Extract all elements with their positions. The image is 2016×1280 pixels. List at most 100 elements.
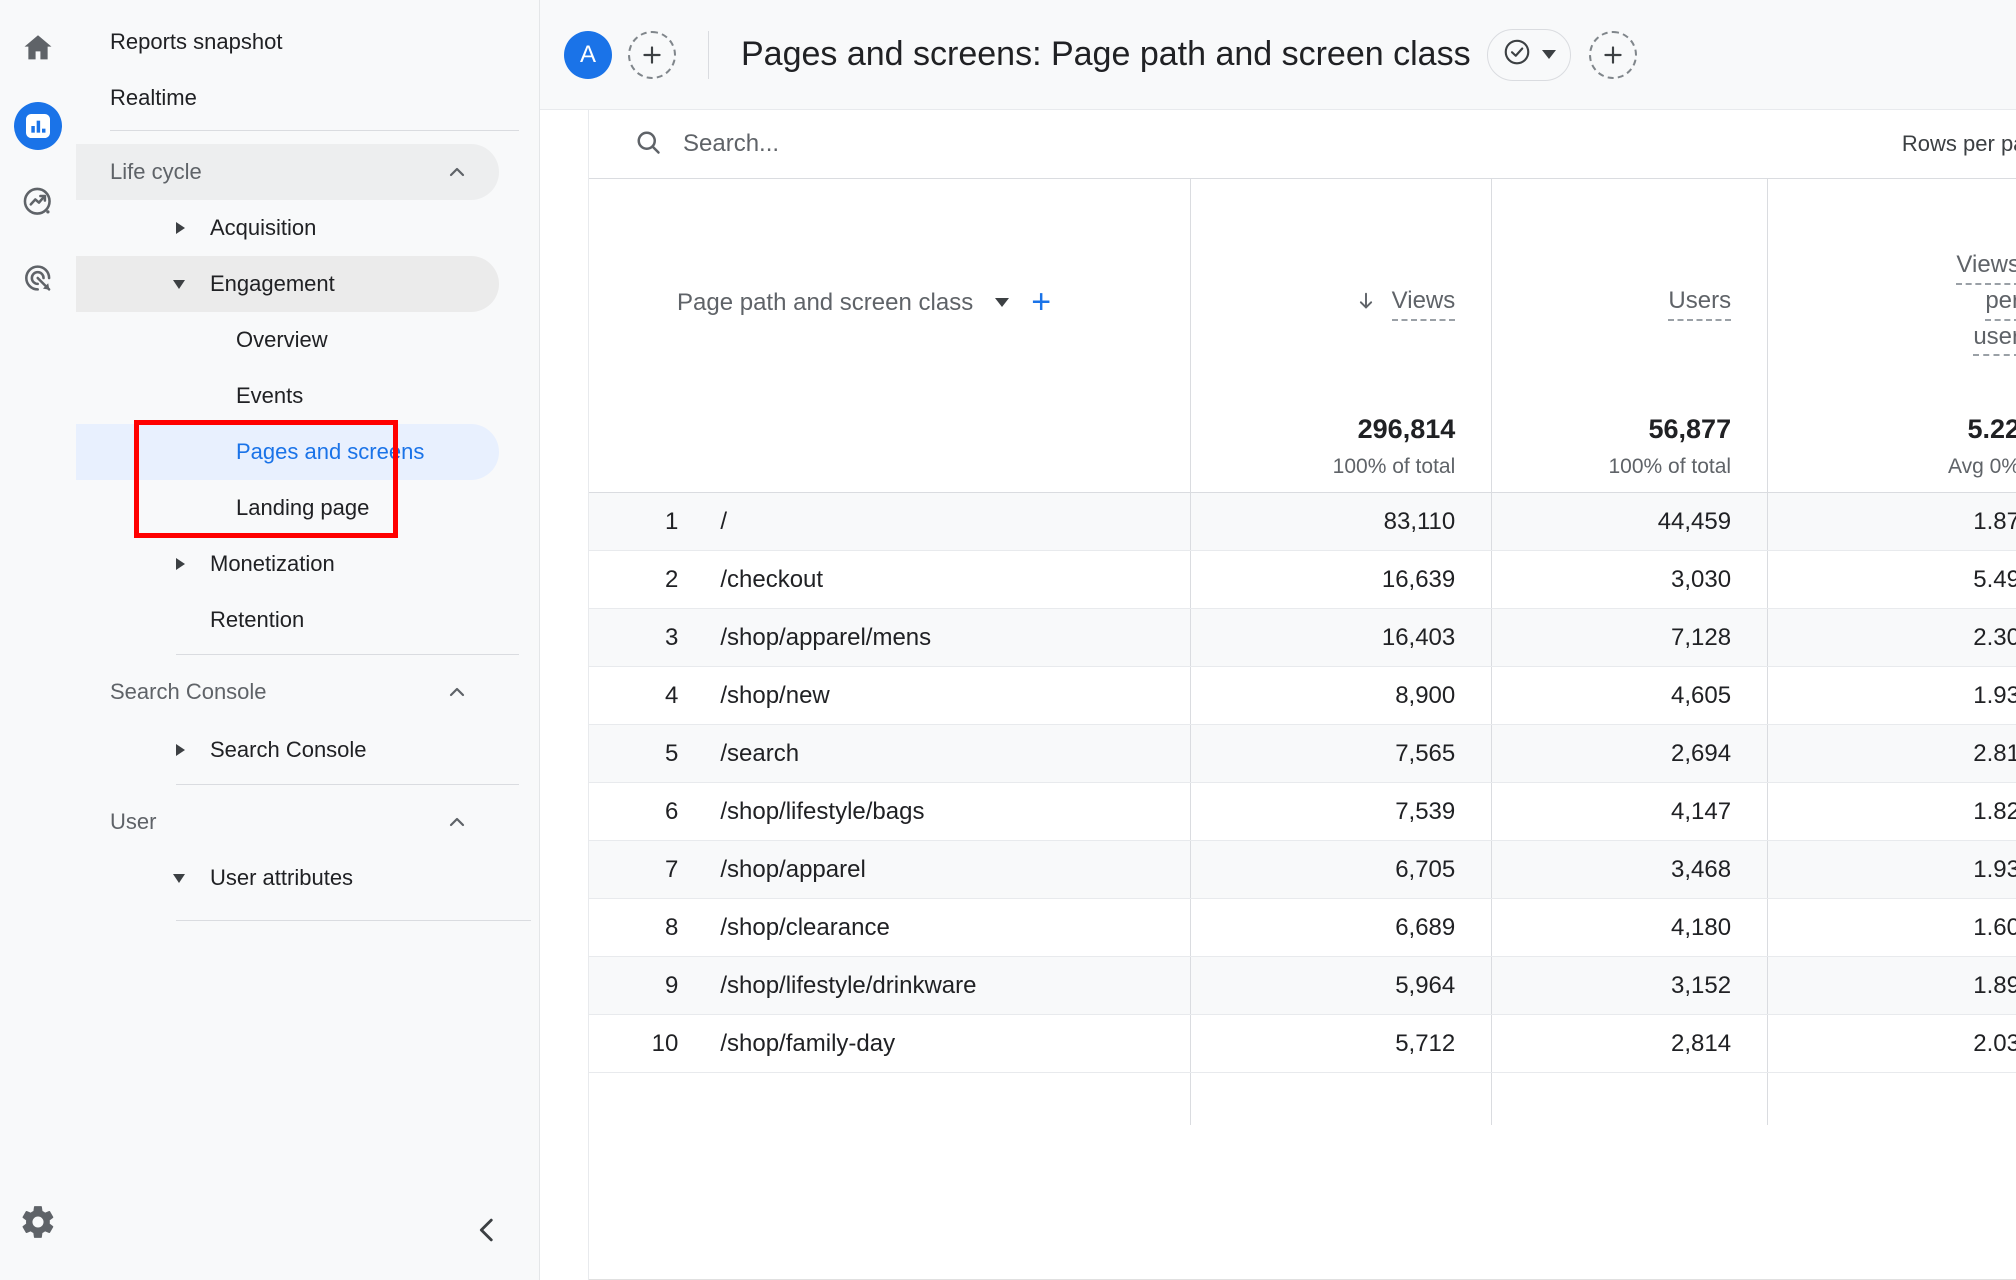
rows-per-page-label[interactable]: Rows per page: [1902, 131, 2016, 157]
summary-empty-cell [589, 401, 1191, 493]
sidebar-item-user-attributes[interactable]: User attributes [76, 850, 499, 906]
settings-gear-icon[interactable] [14, 1198, 62, 1246]
metric-label: Views [1392, 285, 1456, 321]
chevron-right-icon [176, 744, 185, 756]
table-row[interactable]: 9 /shop/lifestyle/drinkware 5,964 3,152 … [589, 957, 2016, 1015]
nav-scroll-area: Reports snapshot Realtime Life cycle Acq… [76, 0, 539, 1280]
sidebar-group-user[interactable]: User [76, 794, 499, 850]
sidebar-group-life-cycle[interactable]: Life cycle [76, 144, 499, 200]
sidebar-item-realtime[interactable]: Realtime [76, 70, 499, 126]
dimension-header-label[interactable]: Page path and screen class [677, 289, 973, 317]
row-views-per-user: 1.82 [1768, 783, 2016, 841]
nav-divider [176, 920, 531, 921]
row-rank: 8 [589, 899, 704, 957]
summary-views: 296,814 100% of total [1191, 401, 1492, 493]
add-comparison-button[interactable] [1589, 31, 1637, 79]
add-account-button[interactable] [628, 31, 676, 79]
table-row[interactable]: 6 /shop/lifestyle/bags 7,539 4,147 1.82 [589, 783, 2016, 841]
row-page-path[interactable]: /shop/apparel/mens [704, 609, 1190, 667]
search-icon [633, 127, 663, 162]
row-page-path[interactable]: /shop/lifestyle/bags [704, 783, 1190, 841]
summary-users: 56,877 100% of total [1492, 401, 1768, 493]
row-views-per-user: 2.03 [1768, 1015, 2016, 1073]
comparison-chip[interactable] [1487, 29, 1571, 81]
sidebar-item-label: Pages and screens [236, 441, 424, 463]
reports-nav-panel: Reports snapshot Realtime Life cycle Acq… [76, 0, 540, 1280]
row-views-per-user: 1.60 [1768, 899, 2016, 957]
table-row[interactable]: 2 /checkout 16,639 3,030 5.49 [589, 551, 2016, 609]
sidebar-item-landing-page[interactable]: Landing page [76, 480, 499, 536]
sidebar-item-search-console[interactable]: Search Console [76, 722, 499, 778]
table-row[interactable]: 8 /shop/clearance 6,689 4,180 1.60 [589, 899, 2016, 957]
main-content: A Pages and screens: Page path and scree… [540, 0, 2016, 1280]
chevron-up-icon [445, 160, 469, 184]
ga4-report-page: Reports snapshot Realtime Life cycle Acq… [0, 0, 2016, 1280]
row-page-path[interactable]: /shop/lifestyle/drinkware [704, 957, 1190, 1015]
table-row[interactable]: 1 / 83,110 44,459 1.87 [589, 493, 2016, 551]
row-rank: 1 [589, 493, 704, 551]
row-views: 7,565 [1191, 725, 1492, 783]
metric-header-users[interactable]: Users [1492, 179, 1768, 401]
page-header: A Pages and screens: Page path and scree… [540, 0, 2016, 110]
row-users: 3,152 [1492, 957, 1768, 1015]
metric-label: Users [1668, 285, 1731, 321]
chevron-down-icon[interactable] [995, 298, 1009, 307]
chevron-down-icon [173, 874, 185, 883]
row-views-per-user: 2.30 [1768, 609, 2016, 667]
metric-label-line3: user [1973, 321, 2016, 357]
sidebar-item-engagement[interactable]: Engagement [76, 256, 499, 312]
summary-subtext: 100% of total [1191, 455, 1455, 479]
spacer-cell [1492, 1073, 1768, 1125]
collapse-nav-button[interactable] [467, 1210, 507, 1250]
row-rank: 4 [589, 667, 704, 725]
row-page-path[interactable]: /checkout [704, 551, 1190, 609]
search-box[interactable]: Search... [633, 127, 779, 162]
sidebar-item-label: Engagement [210, 273, 335, 295]
sidebar-item-pages-and-screens[interactable]: Pages and screens [76, 424, 499, 480]
sidebar-item-events[interactable]: Events [76, 368, 499, 424]
row-users: 4,147 [1492, 783, 1768, 841]
row-page-path[interactable]: /shop/new [704, 667, 1190, 725]
sidebar-item-retention[interactable]: Retention [76, 592, 499, 648]
arrow-down-icon [1355, 287, 1384, 314]
row-views-per-user: 1.93 [1768, 841, 2016, 899]
row-views-per-user: 2.81 [1768, 725, 2016, 783]
sidebar-item-overview[interactable]: Overview [76, 312, 499, 368]
home-icon[interactable] [14, 24, 62, 72]
sidebar-item-label: Retention [210, 609, 304, 631]
chevron-down-icon [173, 280, 185, 289]
row-views: 7,539 [1191, 783, 1492, 841]
row-page-path[interactable]: / [704, 493, 1190, 551]
sidebar-item-label: Acquisition [210, 217, 316, 239]
table-row[interactable]: 10 /shop/family-day 5,712 2,814 2.03 [589, 1015, 2016, 1073]
table-row[interactable]: 3 /shop/apparel/mens 16,403 7,128 2.30 [589, 609, 2016, 667]
metric-header-views-per-user[interactable]: Views per user [1768, 179, 2016, 401]
sidebar-item-acquisition[interactable]: Acquisition [76, 200, 499, 256]
sidebar-item-label: Reports snapshot [110, 31, 282, 53]
explore-icon[interactable] [14, 178, 62, 226]
row-rank: 6 [589, 783, 704, 841]
table-row[interactable]: 7 /shop/apparel 6,705 3,468 1.93 [589, 841, 2016, 899]
sidebar-group-label: User [110, 811, 156, 833]
row-page-path[interactable]: /shop/clearance [704, 899, 1190, 957]
table-row[interactable]: 5 /search 7,565 2,694 2.81 [589, 725, 2016, 783]
sidebar-group-search-console[interactable]: Search Console [76, 664, 499, 720]
add-dimension-icon[interactable]: + [1031, 291, 1051, 315]
row-views-per-user: 1.87 [1768, 493, 2016, 551]
advertising-icon[interactable] [14, 254, 62, 302]
row-views-per-user: 5.49 [1768, 551, 2016, 609]
table-row[interactable]: 4 /shop/new 8,900 4,605 1.93 [589, 667, 2016, 725]
metric-header-views[interactable]: Views [1191, 179, 1492, 401]
search-input[interactable]: Search... [683, 130, 779, 158]
sidebar-item-reports-snapshot[interactable]: Reports snapshot [76, 14, 499, 70]
sidebar-item-label: Search Console [210, 739, 367, 761]
sidebar-item-monetization[interactable]: Monetization [76, 536, 499, 592]
row-page-path[interactable]: /search [704, 725, 1190, 783]
account-avatar[interactable]: A [564, 31, 612, 79]
row-page-path[interactable]: /shop/apparel [704, 841, 1190, 899]
chevron-down-icon [1542, 50, 1556, 59]
row-users: 7,128 [1492, 609, 1768, 667]
reports-icon[interactable] [14, 102, 62, 150]
row-views: 6,705 [1191, 841, 1492, 899]
row-page-path[interactable]: /shop/family-day [704, 1015, 1190, 1073]
